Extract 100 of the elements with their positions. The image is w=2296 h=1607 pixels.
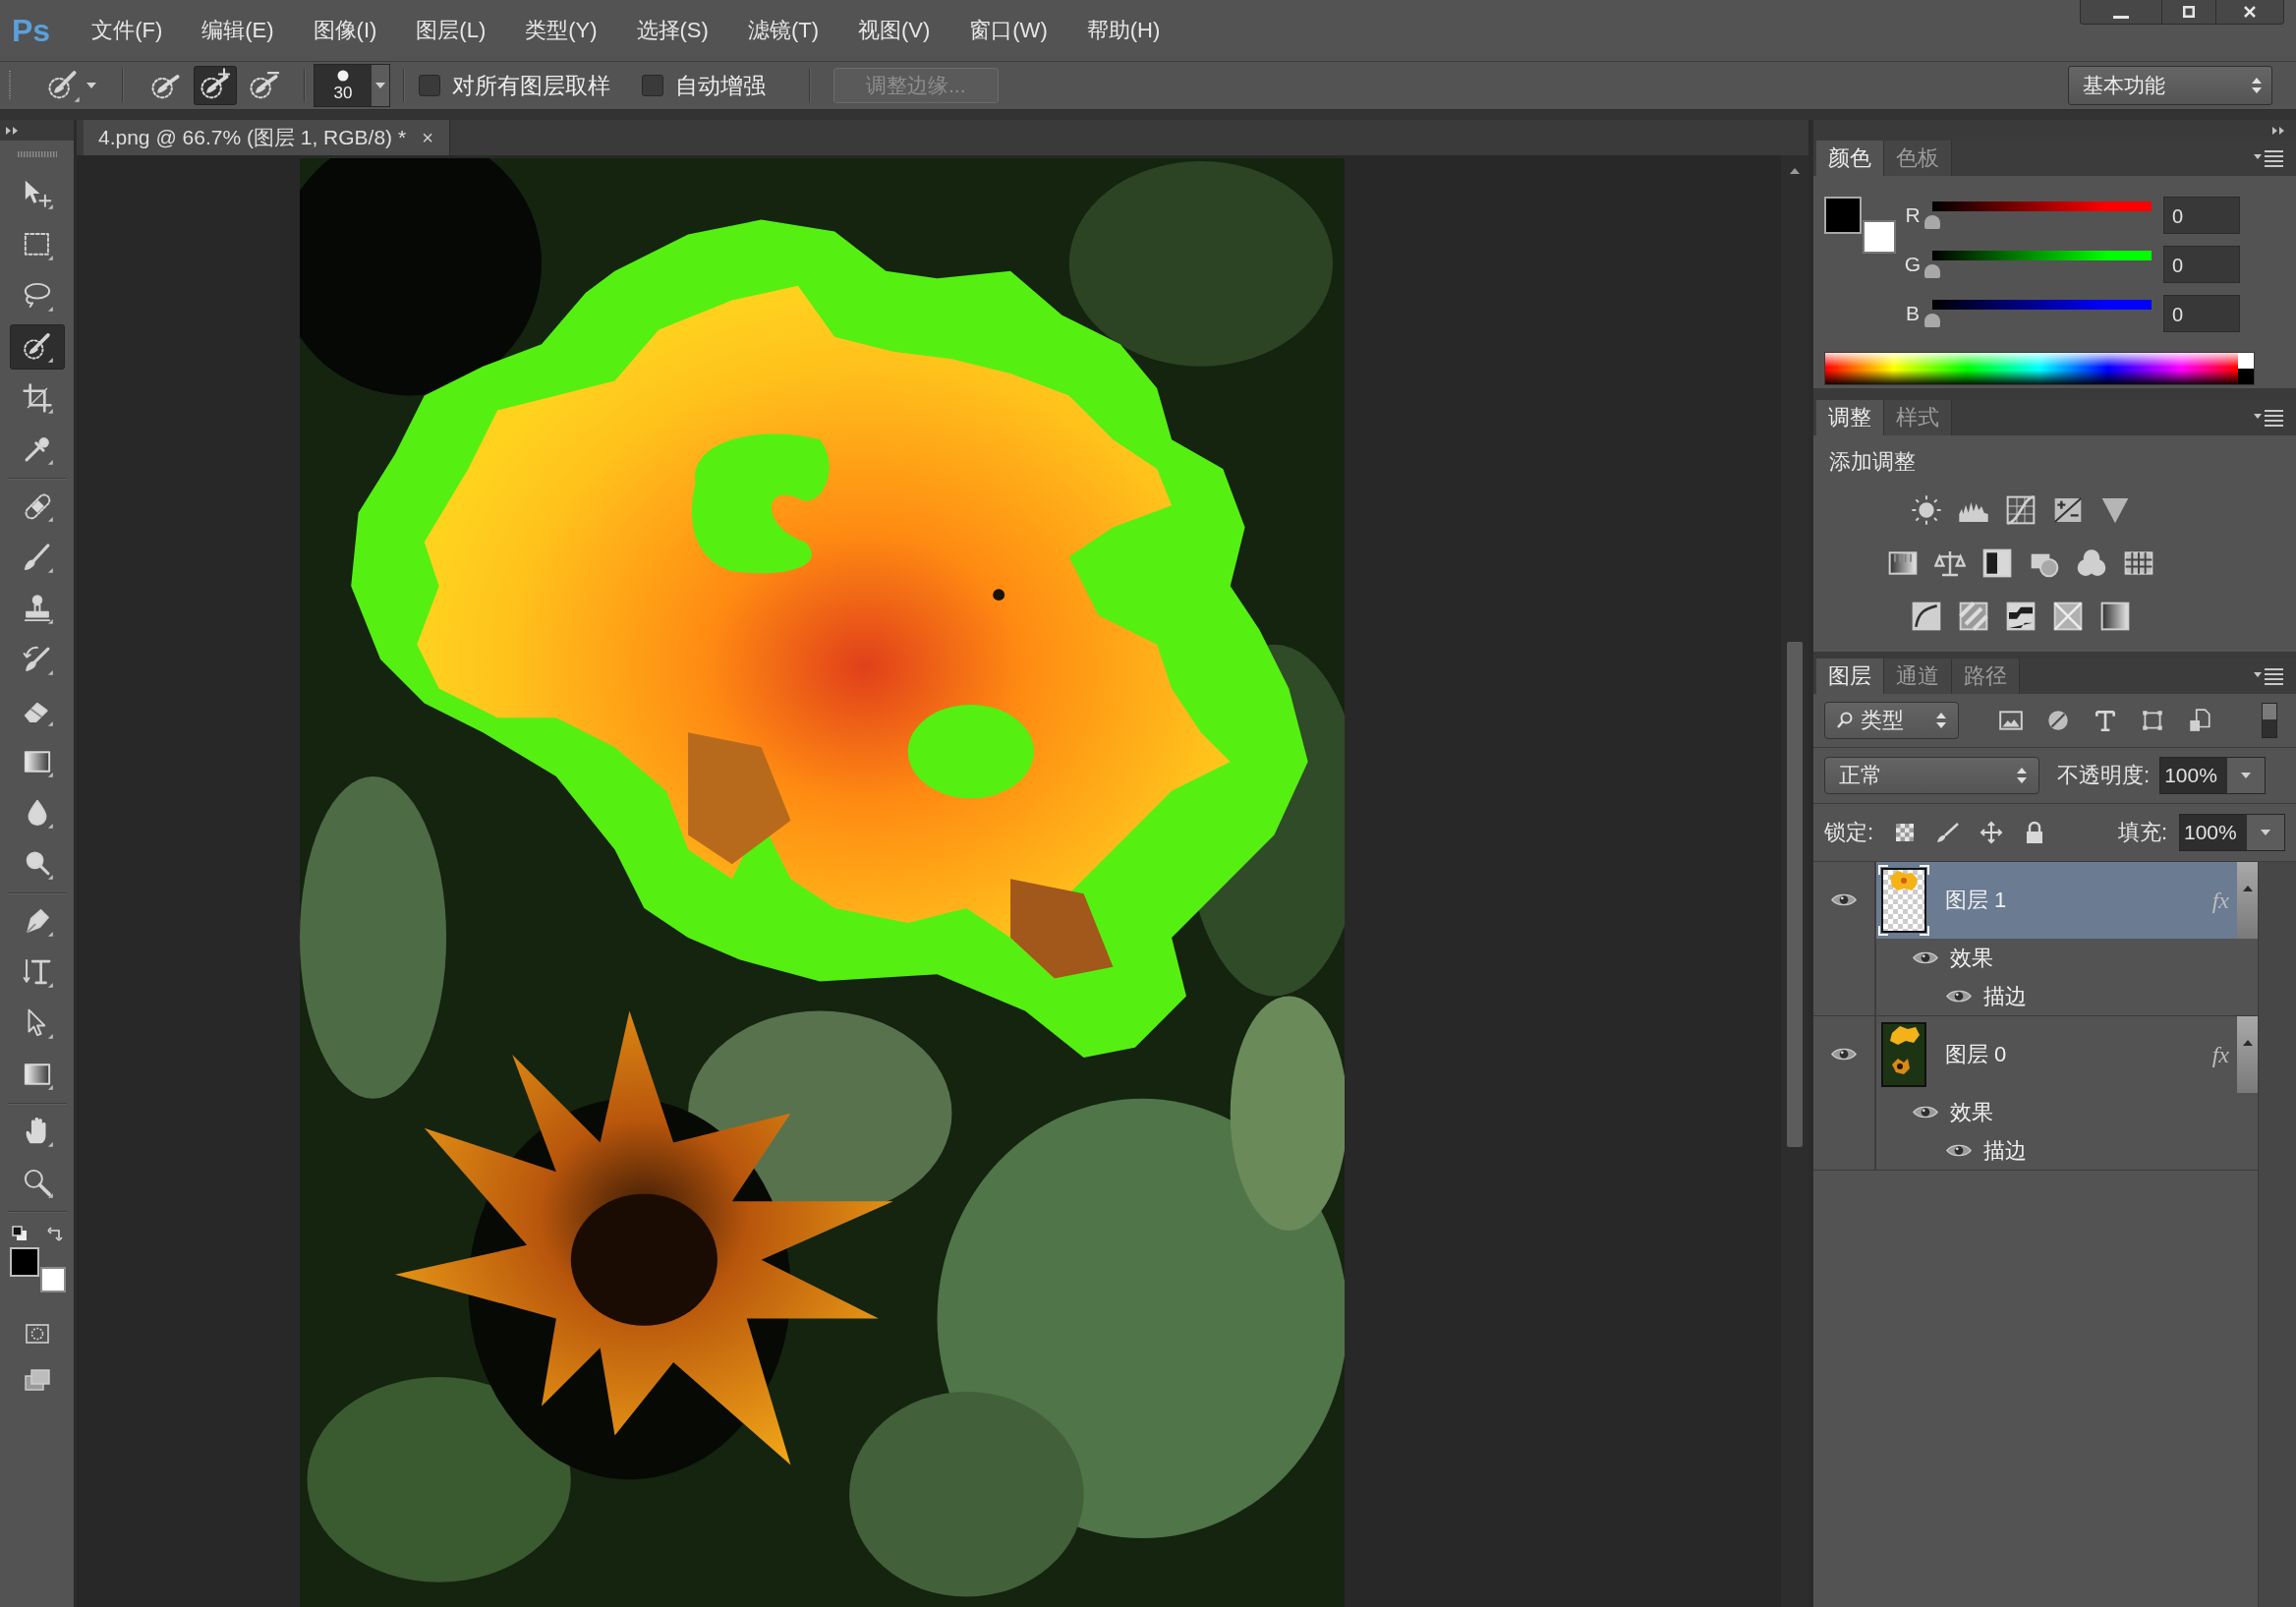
effect-name[interactable]: 描边 [1983,1135,2027,1166]
menu-item[interactable]: 图像(I) [293,12,397,49]
shape-icon[interactable] [2140,708,2165,733]
panel-menu-icon[interactable] [2253,409,2284,427]
half-square-icon[interactable] [1981,547,2013,579]
document-title[interactable]: 4.png @ 66.7% (图层 1, RGB/8) * [98,124,407,151]
swap-colors-icon[interactable] [46,1226,63,1241]
caret-icon [2241,773,2252,778]
scroll-up-arrow-icon[interactable] [1790,168,1800,174]
foreground-color-swatch[interactable] [9,1247,39,1277]
channel-value-field[interactable]: 0 [2163,246,2240,283]
menu-item[interactable]: 窗口(W) [949,12,1067,49]
layer-row[interactable]: 图层 0 fx [1876,1016,2258,1093]
move-arrows-icon[interactable] [1980,821,2004,844]
three-circles-icon[interactable] [2076,547,2107,579]
menu-item[interactable]: 帮助(H) [1066,12,1180,49]
brush-picker-button[interactable]: 30 [314,64,390,107]
plus-minus-icon[interactable] [2052,494,2084,526]
menu-item[interactable]: 滤镜(T) [727,12,838,49]
tool-button[interactable] [9,324,65,370]
sun-icon[interactable] [1911,494,1942,526]
filter-dropdown[interactable]: 类型 [1824,702,1959,739]
layers-scrollbar[interactable] [2258,862,2296,1607]
close-tab-button[interactable]: × [422,128,433,147]
caret-up-icon [2242,886,2253,891]
panel-menu-icon[interactable] [2253,149,2284,167]
grip-icon[interactable] [17,151,57,157]
slider-thumb[interactable] [1924,215,1940,229]
quick-mask-icon[interactable] [25,1324,49,1344]
channel-label: G [1903,253,1923,276]
document-icon[interactable] [2187,708,2212,733]
caret-icon [375,83,385,88]
image-icon[interactable] [1998,708,2024,733]
effect-name[interactable]: 描边 [1983,981,2027,1011]
up-down-arrows-icon [1936,713,1946,728]
foreground-color-swatch[interactable] [1824,197,1862,234]
vertical-scrollbar[interactable] [1781,155,1808,1607]
scrollbar-thumb[interactable] [1787,642,1803,1147]
effects-indicator: fx [2211,1041,2229,1068]
blend-mode-dropdown[interactable]: 正常 [1824,757,2039,794]
zigzag-icon[interactable] [2005,601,2037,632]
panel-tab[interactable]: 调整 [1816,400,1884,435]
layer-thumbnail [1878,865,1929,936]
layer-name[interactable]: 图层 0 [1945,1040,2007,1069]
layer-name[interactable]: 图层 1 [1945,886,2007,915]
arc-box-icon[interactable] [1911,601,1942,632]
menu-item[interactable]: 图层(L) [396,12,506,49]
up-down-arrows-icon [2017,768,2027,783]
default-colors-icon[interactable] [11,1226,28,1241]
panel-tab[interactable]: 色板 [1884,141,1952,176]
background-color-swatch[interactable] [39,1267,66,1292]
fill-field[interactable]: 100% [2179,814,2285,851]
color-spectrum-bar[interactable] [1824,352,2255,385]
collapse-arrows-icon[interactable] [6,126,20,135]
collapse-arrows-icon[interactable] [2272,126,2286,135]
brush-tip-icon [337,70,349,82]
channel-value-field[interactable]: 0 [2163,295,2240,332]
menu-item[interactable]: 类型(Y) [505,12,617,49]
channel-value-field[interactable]: 0 [2163,197,2240,234]
menu-item[interactable]: 选择(S) [616,12,728,49]
checkbox-label[interactable]: 对所有图层取样 [452,70,610,101]
slider-thumb[interactable] [1924,314,1940,327]
cross-box-icon[interactable] [2052,601,2084,632]
menu-item[interactable]: 视图(V) [837,12,950,49]
menu-item[interactable]: 文件(F) [72,12,183,49]
circle-slash-icon[interactable] [2045,708,2071,733]
curve-icon[interactable] [2005,494,2037,526]
screen-mode-icon[interactable] [24,1369,50,1391]
eye-icon[interactable] [1831,891,1857,908]
menu-item[interactable]: 编辑(E) [182,12,294,49]
background-color-swatch[interactable] [1863,220,1896,254]
eye-icon[interactable] [1946,988,1972,1004]
type-icon[interactable] [2093,708,2118,733]
slider-thumb[interactable] [1924,264,1940,278]
eye-icon[interactable] [1913,1104,1938,1120]
opacity-field[interactable]: 100% [2159,757,2267,794]
eye-icon[interactable] [1831,1046,1857,1062]
brush-icon[interactable] [1936,821,1961,844]
diagonal-bands-icon[interactable] [1958,601,1989,632]
effects-label[interactable]: 效果 [1950,943,1993,973]
panel-tab[interactable]: 路径 [1952,659,2020,694]
filter-switch[interactable] [2262,703,2277,738]
panel-tab[interactable]: 样式 [1884,400,1952,435]
effects-label[interactable]: 效果 [1950,1097,1993,1127]
selection-mode-button[interactable] [194,66,237,105]
checkbox-label[interactable]: 自动增强 [675,70,766,101]
panel-tab[interactable]: 颜色 [1816,141,1884,176]
panel-tab[interactable]: 通道 [1884,659,1952,694]
panel-tab[interactable]: 图层 [1816,659,1884,694]
eye-icon[interactable] [1946,1142,1972,1159]
eye-icon[interactable] [1913,949,1938,966]
panel-menu-icon[interactable] [2253,667,2284,685]
document-tab[interactable]: 4.png @ 66.7% (图层 1, RGB/8) * × [84,120,450,155]
checkbox[interactable] [642,75,663,96]
gradient-box-icon[interactable] [2099,601,2131,632]
workspace-dropdown[interactable]: 基本功能 [2068,66,2272,105]
maximize-icon [2183,6,2195,18]
checkbox[interactable] [419,75,440,96]
layer-row[interactable]: 图层 1 fx [1876,862,2258,939]
crop-icon [20,381,54,415]
